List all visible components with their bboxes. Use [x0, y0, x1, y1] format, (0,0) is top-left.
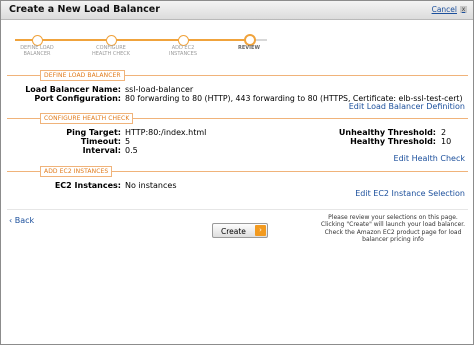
timeout-label: Timeout: — [80, 137, 121, 146]
wizard-track-complete — [15, 39, 247, 41]
create-load-balancer-dialog: Create a New Load Balancer Cancel x DEFI… — [0, 0, 474, 345]
section-tag-health: CONFIGURE HEALTH CHECK — [40, 113, 134, 124]
section-tag-ec2: ADD EC2 INSTANCES — [40, 166, 113, 177]
close-icon[interactable]: x — [460, 6, 467, 13]
cancel-label: Cancel — [431, 5, 457, 14]
footer-divider — [7, 209, 468, 210]
review-note: Please review your selections on this pa… — [313, 214, 473, 244]
wizard-step-health: CONFIGURE HEALTH CHECK — [91, 45, 131, 57]
edit-ec2-selection-link[interactable]: Edit EC2 Instance Selection — [355, 189, 465, 198]
interval-label: Interval: — [82, 146, 121, 155]
dialog-title: Create a New Load Balancer — [9, 4, 160, 15]
back-link[interactable]: ‹ Back — [9, 216, 34, 225]
lb-name-label: Load Balancer Name: — [25, 85, 121, 94]
lb-name-value: ssl-load-balancer — [125, 85, 194, 94]
port-config-label: Port Configuration: — [34, 94, 121, 103]
dialog-titlebar: Create a New Load Balancer Cancel x — [1, 1, 473, 20]
cancel-button[interactable]: Cancel x — [432, 5, 467, 14]
wizard-step-review: REVIEW — [238, 45, 260, 51]
ping-target-label: Ping Target: — [66, 128, 121, 137]
review-note-line: Clicking "Create" will launch your load … — [320, 221, 466, 229]
healthy-threshold-label: Healthy Threshold: — [350, 137, 436, 146]
review-note-line: Please review your selections on this pa… — [328, 214, 458, 221]
create-button[interactable]: Create › — [212, 223, 268, 238]
review-note-line: Check the Amazon EC2 product page for lo… — [324, 228, 462, 236]
wizard-step-define: DEFINE LOAD BALANCER — [20, 45, 54, 57]
unhealthy-threshold-label: Unhealthy Threshold: — [338, 128, 436, 137]
wizard-step-instances: ADD EC2 INSTANCES — [168, 45, 198, 57]
back-label: Back — [14, 216, 35, 225]
edit-health-check-link[interactable]: Edit Health Check — [394, 154, 465, 163]
ec2-instances-label: EC2 Instances: — [54, 181, 121, 190]
review-note-line: balancer pricing info — [362, 236, 424, 244]
ping-target-value: HTTP:80:/index.html — [125, 128, 207, 137]
ec2-instances-value: No instances — [125, 181, 177, 190]
edit-lb-definition-link[interactable]: Edit Load Balancer Definition — [349, 102, 465, 111]
timeout-value: 5 — [125, 137, 131, 146]
wizard-progress: DEFINE LOAD BALANCER CONFIGURE HEALTH CHEC… — [1, 29, 473, 69]
create-label: Create — [221, 227, 246, 236]
arrow-right-icon: › — [255, 225, 266, 236]
unhealthy-threshold-value: 2 — [441, 128, 447, 137]
back-arrow-icon: ‹ — [9, 216, 13, 225]
section-tag-define: DEFINE LOAD BALANCER — [40, 70, 125, 81]
interval-value: 0.5 — [125, 146, 138, 155]
healthy-threshold-value: 10 — [441, 137, 452, 146]
